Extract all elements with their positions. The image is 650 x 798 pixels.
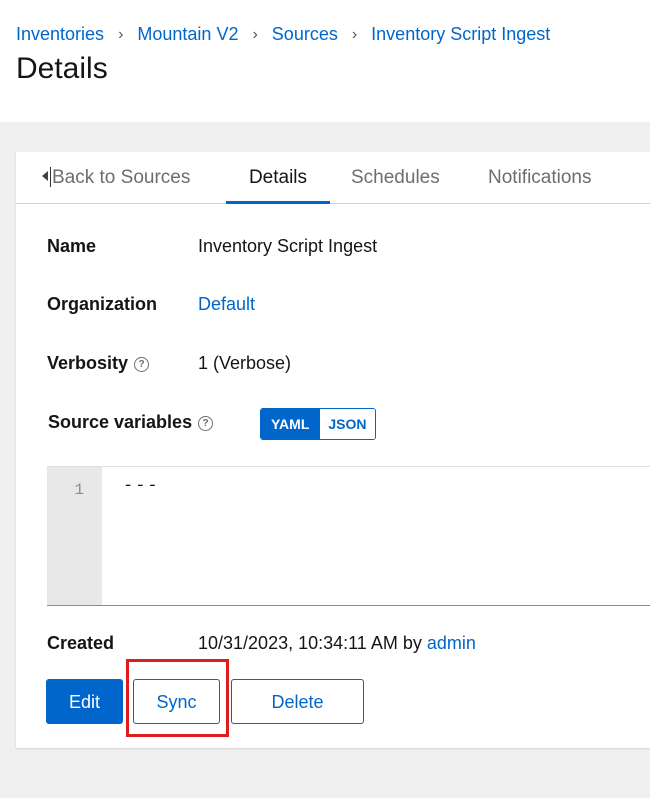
caret-left-icon — [42, 171, 48, 181]
created-value-row: 10/31/2023, 10:34:11 AM by admin — [198, 633, 476, 654]
help-circle-icon[interactable]: ? — [134, 357, 150, 372]
chevron-right-icon: › — [252, 25, 258, 43]
source-variables-label-row: Source variables? — [48, 412, 214, 433]
chevron-right-icon: › — [351, 25, 358, 43]
breadcrumb-inventory-script-ingest[interactable]: Inventory Script Ingest — [371, 24, 550, 45]
edit-button[interactable]: Edit — [46, 679, 123, 724]
verbosity-value: 1 (Verbose) — [198, 353, 292, 373]
breadcrumb-inventories[interactable]: Inventories — [16, 24, 104, 45]
text-cursor — [50, 167, 51, 187]
tab-back-to-sources[interactable]: Back to Sources — [42, 152, 190, 203]
json-toggle-button[interactable]: JSON — [319, 409, 375, 439]
breadcrumb: Inventories › Mountain V2 › Sources › In… — [16, 24, 550, 45]
tab-bar: Back to Sources Details Schedules Notifi… — [16, 152, 650, 204]
organization-label: Organization — [47, 294, 158, 314]
tab-schedules[interactable]: Schedules — [351, 152, 440, 203]
name-value: Inventory Script Ingest — [198, 236, 378, 256]
source-variables-editor[interactable]: 1 --- — [47, 466, 650, 606]
organization-link[interactable]: Default — [198, 294, 255, 315]
page-title: Details — [16, 52, 108, 85]
chevron-right-icon: › — [118, 25, 124, 43]
breadcrumb-mountain-v2[interactable]: Mountain V2 — [137, 24, 238, 45]
verbosity-label: Verbosity — [47, 353, 129, 373]
tab-details[interactable]: Details — [226, 152, 330, 204]
verbosity-label-row: Verbosity? — [47, 353, 150, 374]
created-label: Created — [47, 633, 115, 653]
page-header: Inventories › Mountain V2 › Sources › In… — [0, 0, 650, 122]
editor-gutter: 1 — [47, 467, 102, 605]
details-card: Back to Sources Details Schedules Notifi… — [16, 152, 650, 748]
help-circle-icon[interactable]: ? — [198, 416, 214, 431]
source-variables-label: Source variables — [48, 412, 193, 432]
created-by-link[interactable]: admin — [427, 633, 476, 653]
name-label: Name — [47, 236, 97, 256]
tab-back-label: Back to Sources — [52, 167, 191, 188]
breadcrumb-sources[interactable]: Sources — [272, 24, 338, 45]
created-value: 10/31/2023, 10:34:11 AM by — [198, 633, 422, 653]
format-toggle: YAML JSON — [260, 408, 376, 440]
tab-notifications[interactable]: Notifications — [488, 152, 592, 203]
code-line: --- — [123, 477, 160, 496]
sync-button[interactable]: Sync — [133, 679, 220, 724]
delete-button[interactable]: Delete — [231, 679, 364, 724]
yaml-toggle-button[interactable]: YAML — [261, 409, 320, 439]
line-number: 1 — [74, 481, 84, 499]
